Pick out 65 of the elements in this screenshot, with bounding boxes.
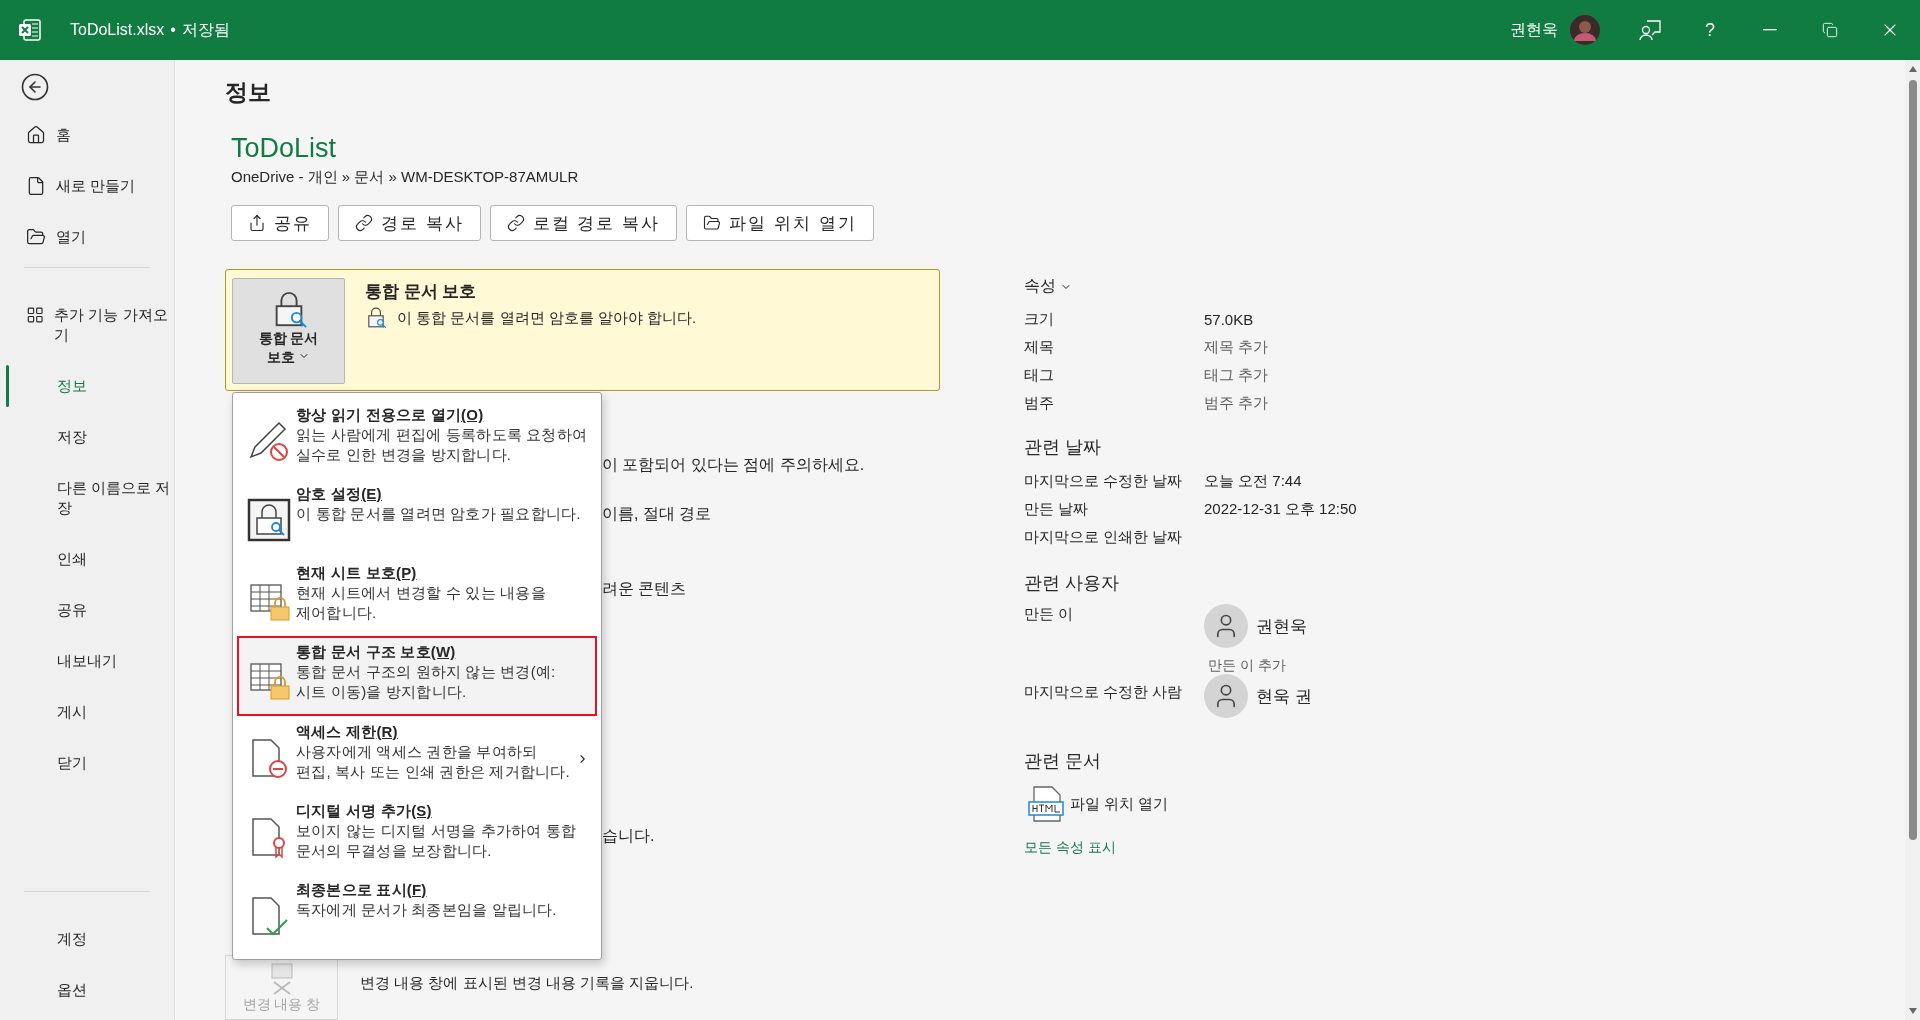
property-label: 제목 [1024,337,1055,357]
property-label: 크기 [1024,309,1055,329]
sidebar-item[interactable]: 인쇄 [6,538,174,580]
help-button[interactable]: ? [1680,0,1740,60]
document-name: ToDoList [231,132,338,164]
property-value: 2022-12-31 오후 12:50 [1204,499,1357,519]
property-label: 만든 이 [1024,605,1075,624]
action-button[interactable]: 공유 [231,205,329,241]
section-heading: 관련 사용자 [1024,572,1120,595]
action-button[interactable]: 파일 위치 열기 [686,205,874,241]
menu-item[interactable]: 통합 문서 구조 보호(W) 통합 문서 구조의 원하지 않는 변경(예: 시트 이동)을 방지합니다. [237,636,597,716]
property-label: 태그 [1024,365,1055,385]
info-text: 이름, 절대 경로 [602,504,713,524]
sidebar-item[interactable]: 내보내기 [6,640,174,682]
protect-workbook-button[interactable]: 통합 문서 보호 [232,278,345,384]
property-label: 마지막으로 수정한 날짜 [1024,471,1184,491]
protection-message: 이 통합 문서를 열려면 암호를 알아야 합니다. [397,308,697,328]
menu-item[interactable]: 암호 설정(E) 이 통합 문서를 열려면 암호가 필요합니다. [237,478,597,558]
property-label: 마지막으로 수정한 사람 [1024,683,1184,702]
action-button[interactable]: 로컬 경로 복사 [489,205,678,241]
menu-item[interactable]: 현재 시트 보호(P) 현재 시트에서 변경할 수 있는 내용을 제어합니다. [237,557,597,637]
property-label: 범주 [1024,393,1055,413]
sidebar-item[interactable]: 열기 [6,216,174,258]
separator: • [170,21,176,39]
person-name: 권현욱 [1256,615,1307,638]
sidebar-item[interactable]: 옵션 [6,969,174,1011]
file-name: ToDoList.xlsx [70,21,165,39]
add-author-field[interactable]: 만든 이 추가 [1208,657,1307,675]
menu-item[interactable]: 항상 읽기 전용으로 열기(O) 읽는 사람에게 편집에 등록하도록 요청하여 실수로 인한 변경을 방지합니다. [237,399,597,479]
sidebar-item[interactable]: 게시 [6,691,174,733]
property-value: 57.0KB [1204,310,1254,328]
sidebar-item[interactable]: 홈 [6,114,174,156]
sidebar-item[interactable]: 다른 이름으로 저장 [6,467,174,529]
save-status: 저장됨 [181,19,230,40]
sidebar-item[interactable]: 공유 [6,589,174,631]
protection-title: 통합 문서 보호 [365,281,478,303]
show-all-properties-link[interactable]: 모든 속성 표시 [1024,839,1404,857]
sidebar-item[interactable]: 계정 [6,918,174,960]
sidebar-item[interactable]: 정보 [6,365,174,407]
section-heading: 관련 문서 [1024,750,1102,773]
sidebar-item[interactable]: 저장 [6,416,174,458]
property-label: 마지막으로 인쇄한 날짜 [1024,527,1184,547]
sidebar-item[interactable]: 추가 기능 가져오기 [6,294,174,356]
property-field[interactable]: 태그 추가 [1204,365,1269,385]
document-path: OneDrive - 개인 » 문서 » WM-DESKTOP-87AMULR [231,168,580,187]
page-title: 정보 [225,78,272,106]
property-field[interactable]: 범주 추가 [1204,393,1269,413]
track-changes-description: 변경 내용 창에 표시된 변경 내용 기록을 지웁니다. [360,974,694,993]
open-file-location-link[interactable]: 파일 위치 열기 [1028,785,1404,823]
sidebar-item[interactable]: 새로 만들기 [6,165,174,207]
sidebar-item[interactable]: 닫기 [6,742,174,784]
property-label: 만든 날짜 [1024,499,1090,519]
menu-item[interactable]: 최종본으로 표시(F) 독자에게 문서가 최종본임을 알립니다. [237,873,597,953]
info-text: 려운 콘텐츠 [602,579,688,599]
menu-item[interactable]: 액세스 제한(R) 사용자에게 액세스 권한을 부여하되 편집, 복사 또는 인쇄 권한은 제거합니다. [237,715,597,795]
person-name: 현욱 권 [1256,685,1312,708]
section-heading: 관련 날짜 [1024,436,1102,459]
user-name: 권현욱 [1510,19,1558,40]
property-field[interactable]: 제목 추가 [1204,337,1269,357]
action-button[interactable]: 경로 복사 [338,205,481,241]
info-text: 습니다. [602,826,656,846]
property-value: 오늘 오전 7:44 [1204,471,1302,491]
menu-item[interactable]: 디지털 서명 추가(S) 보이지 않는 디지털 서명을 추가하여 통합 문서의 무결성을 보장합니다. [237,794,597,874]
properties-heading[interactable]: 속성 [1024,276,1404,297]
info-text: 이 포함되어 있다는 점에 주의하세요. [602,455,866,475]
